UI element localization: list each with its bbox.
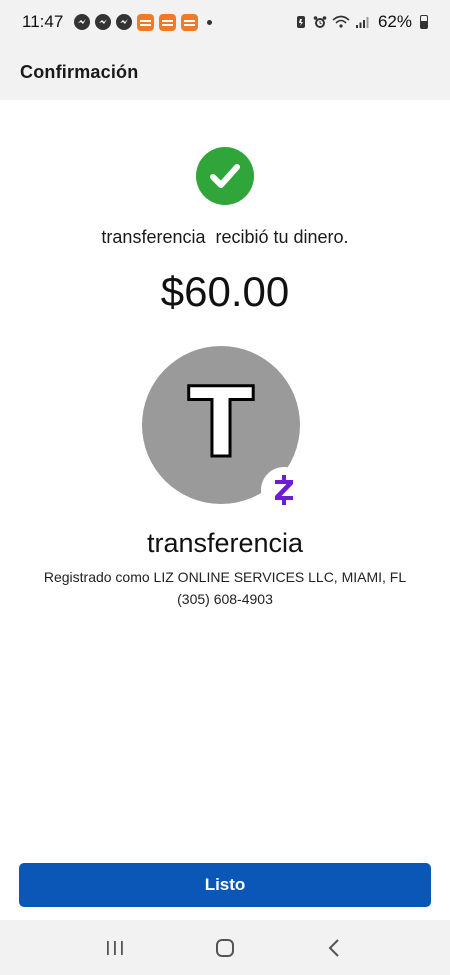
status-right: 62% [294, 12, 428, 32]
app-icon [159, 13, 177, 31]
received-message: transferencia recibió tu dinero. [101, 227, 349, 247]
recipient-name: transferencia [146, 528, 304, 558]
status-time: 11:47 [22, 12, 64, 31]
messenger-icon [95, 14, 112, 30]
registered-as-text: Registrado como LIZ ONLINE SERVICES LLC,… [43, 569, 407, 585]
page-title: Confirmación [20, 61, 139, 82]
signal-icon [355, 15, 369, 29]
battery-percentage: 62% [377, 12, 412, 31]
alarm-icon [313, 15, 327, 29]
status-left: 11:47 [22, 12, 213, 32]
status-bar: 11:47 62% [0, 0, 450, 44]
done-button[interactable]: Listo [19, 863, 431, 907]
battery-icon [420, 15, 428, 29]
recipient-phone: (305) 608-4903 [177, 591, 273, 607]
zelle-logo-icon [261, 467, 307, 513]
wifi-icon [332, 15, 350, 29]
battery-saver-icon [294, 15, 308, 29]
confirmation-content: transferencia recibió tu dinero. $60.00 … [0, 100, 450, 920]
app-icon [137, 13, 155, 31]
dot-icon [207, 19, 213, 25]
messenger-icon [74, 14, 91, 30]
back-icon[interactable] [320, 933, 350, 963]
messenger-icon [116, 14, 133, 30]
navigation-bar [0, 920, 450, 975]
success-check-icon [196, 147, 254, 205]
avatar-initial: T [187, 367, 256, 479]
transfer-amount: $60.00 [160, 268, 290, 315]
home-icon[interactable] [210, 933, 240, 963]
app-icon [181, 13, 199, 31]
recent-apps-icon[interactable] [100, 933, 130, 963]
header: Confirmación [0, 44, 450, 100]
